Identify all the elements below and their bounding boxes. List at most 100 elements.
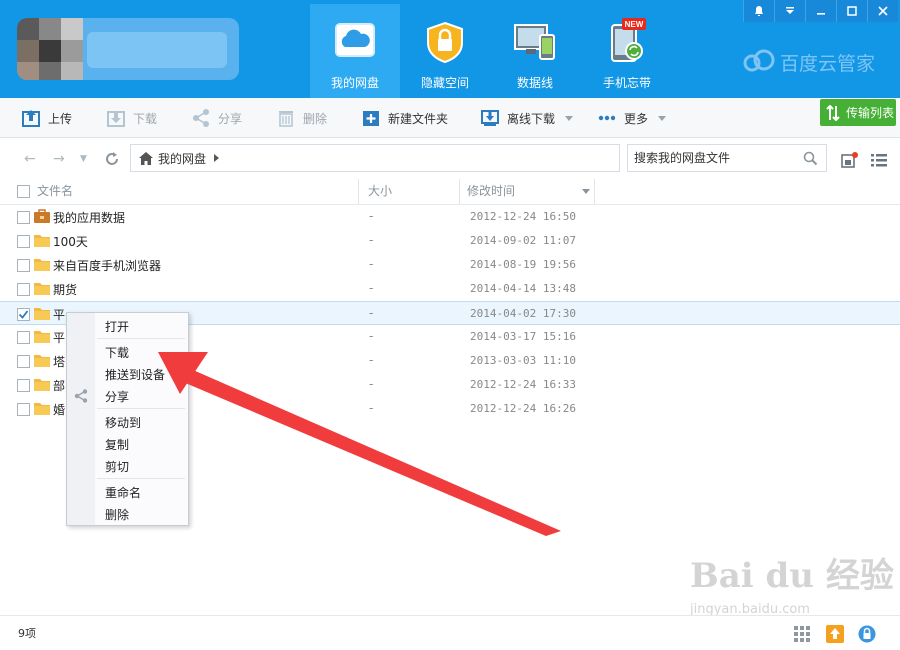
history-dropdown-icon[interactable]: ▼ [80, 154, 87, 164]
sort-desc-icon[interactable] [582, 189, 590, 194]
row-checkbox[interactable] [17, 331, 30, 344]
maximize-icon[interactable] [836, 0, 867, 22]
file-modified-time: 2013-03-03 11:10 [470, 354, 576, 367]
list-view-icon[interactable] [871, 153, 887, 167]
select-all-checkbox[interactable] [17, 185, 30, 198]
table-row[interactable]: 100天 - 2014-09-02 11:07 [0, 229, 900, 253]
transfer-arrows-icon [826, 104, 840, 121]
transfer-list-label: 传输列表 [846, 106, 895, 120]
offline-download-label: 离线下载 [507, 111, 556, 126]
transfer-list-button[interactable]: 传输列表 [820, 99, 896, 126]
file-list-header: 文件名 大小 修改时间 [0, 179, 900, 205]
menu-item-cut[interactable]: 剪切 [105, 458, 129, 475]
file-name[interactable]: 来自百度手机浏览器 [53, 257, 161, 274]
share-label: 分享 [218, 111, 243, 126]
search-box[interactable] [627, 144, 827, 172]
context-menu: 打开 下载 推送到设备 分享 移动到 复制 剪切 重命名 删除 [66, 312, 189, 526]
file-size: - [369, 233, 374, 247]
file-name[interactable]: 平 [53, 329, 65, 346]
offline-download-button[interactable]: 离线下载 [481, 108, 574, 128]
row-checkbox[interactable] [17, 283, 30, 296]
new-folder-button[interactable]: 新建文件夹 [362, 108, 448, 128]
search-input[interactable] [634, 150, 794, 166]
column-divider[interactable] [594, 179, 595, 204]
row-checkbox[interactable] [17, 235, 30, 248]
file-name[interactable]: 100天 [53, 233, 88, 250]
menu-item-download[interactable]: 下载 [105, 344, 129, 361]
minimize-icon[interactable] [805, 0, 836, 22]
menu-item-open[interactable]: 打开 [105, 318, 129, 335]
cloud-drive-icon [335, 23, 375, 57]
tab-my-drive[interactable]: 我的网盘 [310, 4, 400, 98]
device-sync-icon [514, 24, 555, 60]
menu-separator [97, 338, 185, 339]
search-icon[interactable] [803, 151, 818, 166]
table-row[interactable]: 来自百度手机浏览器 - 2014-08-19 19:56 [0, 253, 900, 277]
refresh-icon[interactable] [104, 151, 120, 171]
home-icon[interactable] [139, 151, 153, 165]
row-checkbox[interactable] [17, 308, 30, 321]
file-name[interactable]: 部 [53, 377, 65, 394]
chevron-right-icon[interactable] [214, 154, 220, 162]
delete-button[interactable]: 删除 [277, 108, 327, 128]
menu-item-delete[interactable]: 删除 [105, 506, 129, 523]
file-modified-time: 2014-04-02 17:30 [470, 307, 576, 320]
bell-icon[interactable] [743, 0, 774, 22]
row-checkbox[interactable] [17, 403, 30, 416]
menu-item-copy[interactable]: 复制 [105, 436, 129, 453]
row-checkbox[interactable] [17, 259, 30, 272]
file-size: - [369, 329, 374, 343]
forward-arrow-icon[interactable]: → [53, 151, 65, 167]
thumbnail-view-icon[interactable] [841, 152, 859, 168]
back-arrow-icon[interactable]: ← [24, 151, 36, 167]
baidu-cloud-icon [743, 49, 775, 72]
menu-item-rename[interactable]: 重命名 [105, 484, 141, 501]
file-name[interactable]: 塔 [53, 353, 65, 370]
menu-item-push-to-device[interactable]: 推送到设备 [105, 366, 165, 383]
lock-status-icon[interactable] [858, 625, 876, 643]
more-button[interactable]: 更多 [598, 108, 667, 128]
upload-button[interactable]: 上传 [22, 108, 72, 128]
file-name[interactable]: 期货 [53, 281, 77, 298]
table-row[interactable]: 我的应用数据 - 2012-12-24 16:50 [0, 205, 900, 229]
menu-item-share[interactable]: 分享 [105, 388, 129, 405]
tab-phone-forgotten[interactable]: NEW 手机忘带 [582, 4, 672, 98]
user-avatar[interactable] [17, 18, 239, 80]
row-checkbox[interactable] [17, 355, 30, 368]
app-grid-icon[interactable] [793, 625, 811, 643]
share-button[interactable]: 分享 [192, 108, 242, 128]
file-name[interactable]: 平 [53, 306, 65, 323]
close-icon[interactable] [867, 0, 898, 22]
delete-label: 删除 [303, 111, 328, 126]
share-icon [74, 389, 88, 403]
column-header-size[interactable]: 大小 [368, 179, 392, 204]
folder-icon [34, 283, 50, 295]
dropdown-icon[interactable] [774, 0, 805, 22]
menu-item-move-to[interactable]: 移动到 [105, 414, 141, 431]
tab-data-cable[interactable]: 数据线 [490, 4, 580, 98]
column-header-name[interactable]: 文件名 [37, 179, 73, 204]
file-size: - [369, 353, 374, 367]
column-header-modified[interactable]: 修改时间 [467, 179, 515, 204]
file-name[interactable]: 我的应用数据 [53, 209, 125, 226]
breadcrumb[interactable]: 我的网盘 [130, 144, 620, 172]
file-name[interactable]: 婚 [53, 401, 65, 418]
download-button[interactable]: 下载 [107, 108, 157, 128]
title-bar: 我的网盘 隐藏空间 数据线 NEW 手机忘带 百度云管家 [0, 0, 900, 98]
row-checkbox[interactable] [17, 211, 30, 224]
folder-icon [34, 235, 50, 247]
column-divider[interactable] [358, 179, 359, 204]
row-checkbox[interactable] [17, 379, 30, 392]
file-modified-time: 2014-09-02 11:07 [470, 234, 576, 247]
tab-hidden-space[interactable]: 隐藏空间 [400, 4, 490, 98]
table-row[interactable]: 期货 - 2014-04-14 13:48 [0, 277, 900, 301]
context-menu-gutter [67, 313, 95, 525]
file-size: - [369, 209, 374, 223]
breadcrumb-current[interactable]: 我的网盘 [158, 150, 206, 167]
new-badge: NEW [622, 18, 646, 30]
share-icon [193, 109, 209, 127]
file-modified-time: 2014-03-17 15:16 [470, 330, 576, 343]
upload-status-icon[interactable] [826, 625, 844, 643]
brand-name: 百度云管家 [780, 53, 876, 75]
column-divider[interactable] [459, 179, 460, 204]
